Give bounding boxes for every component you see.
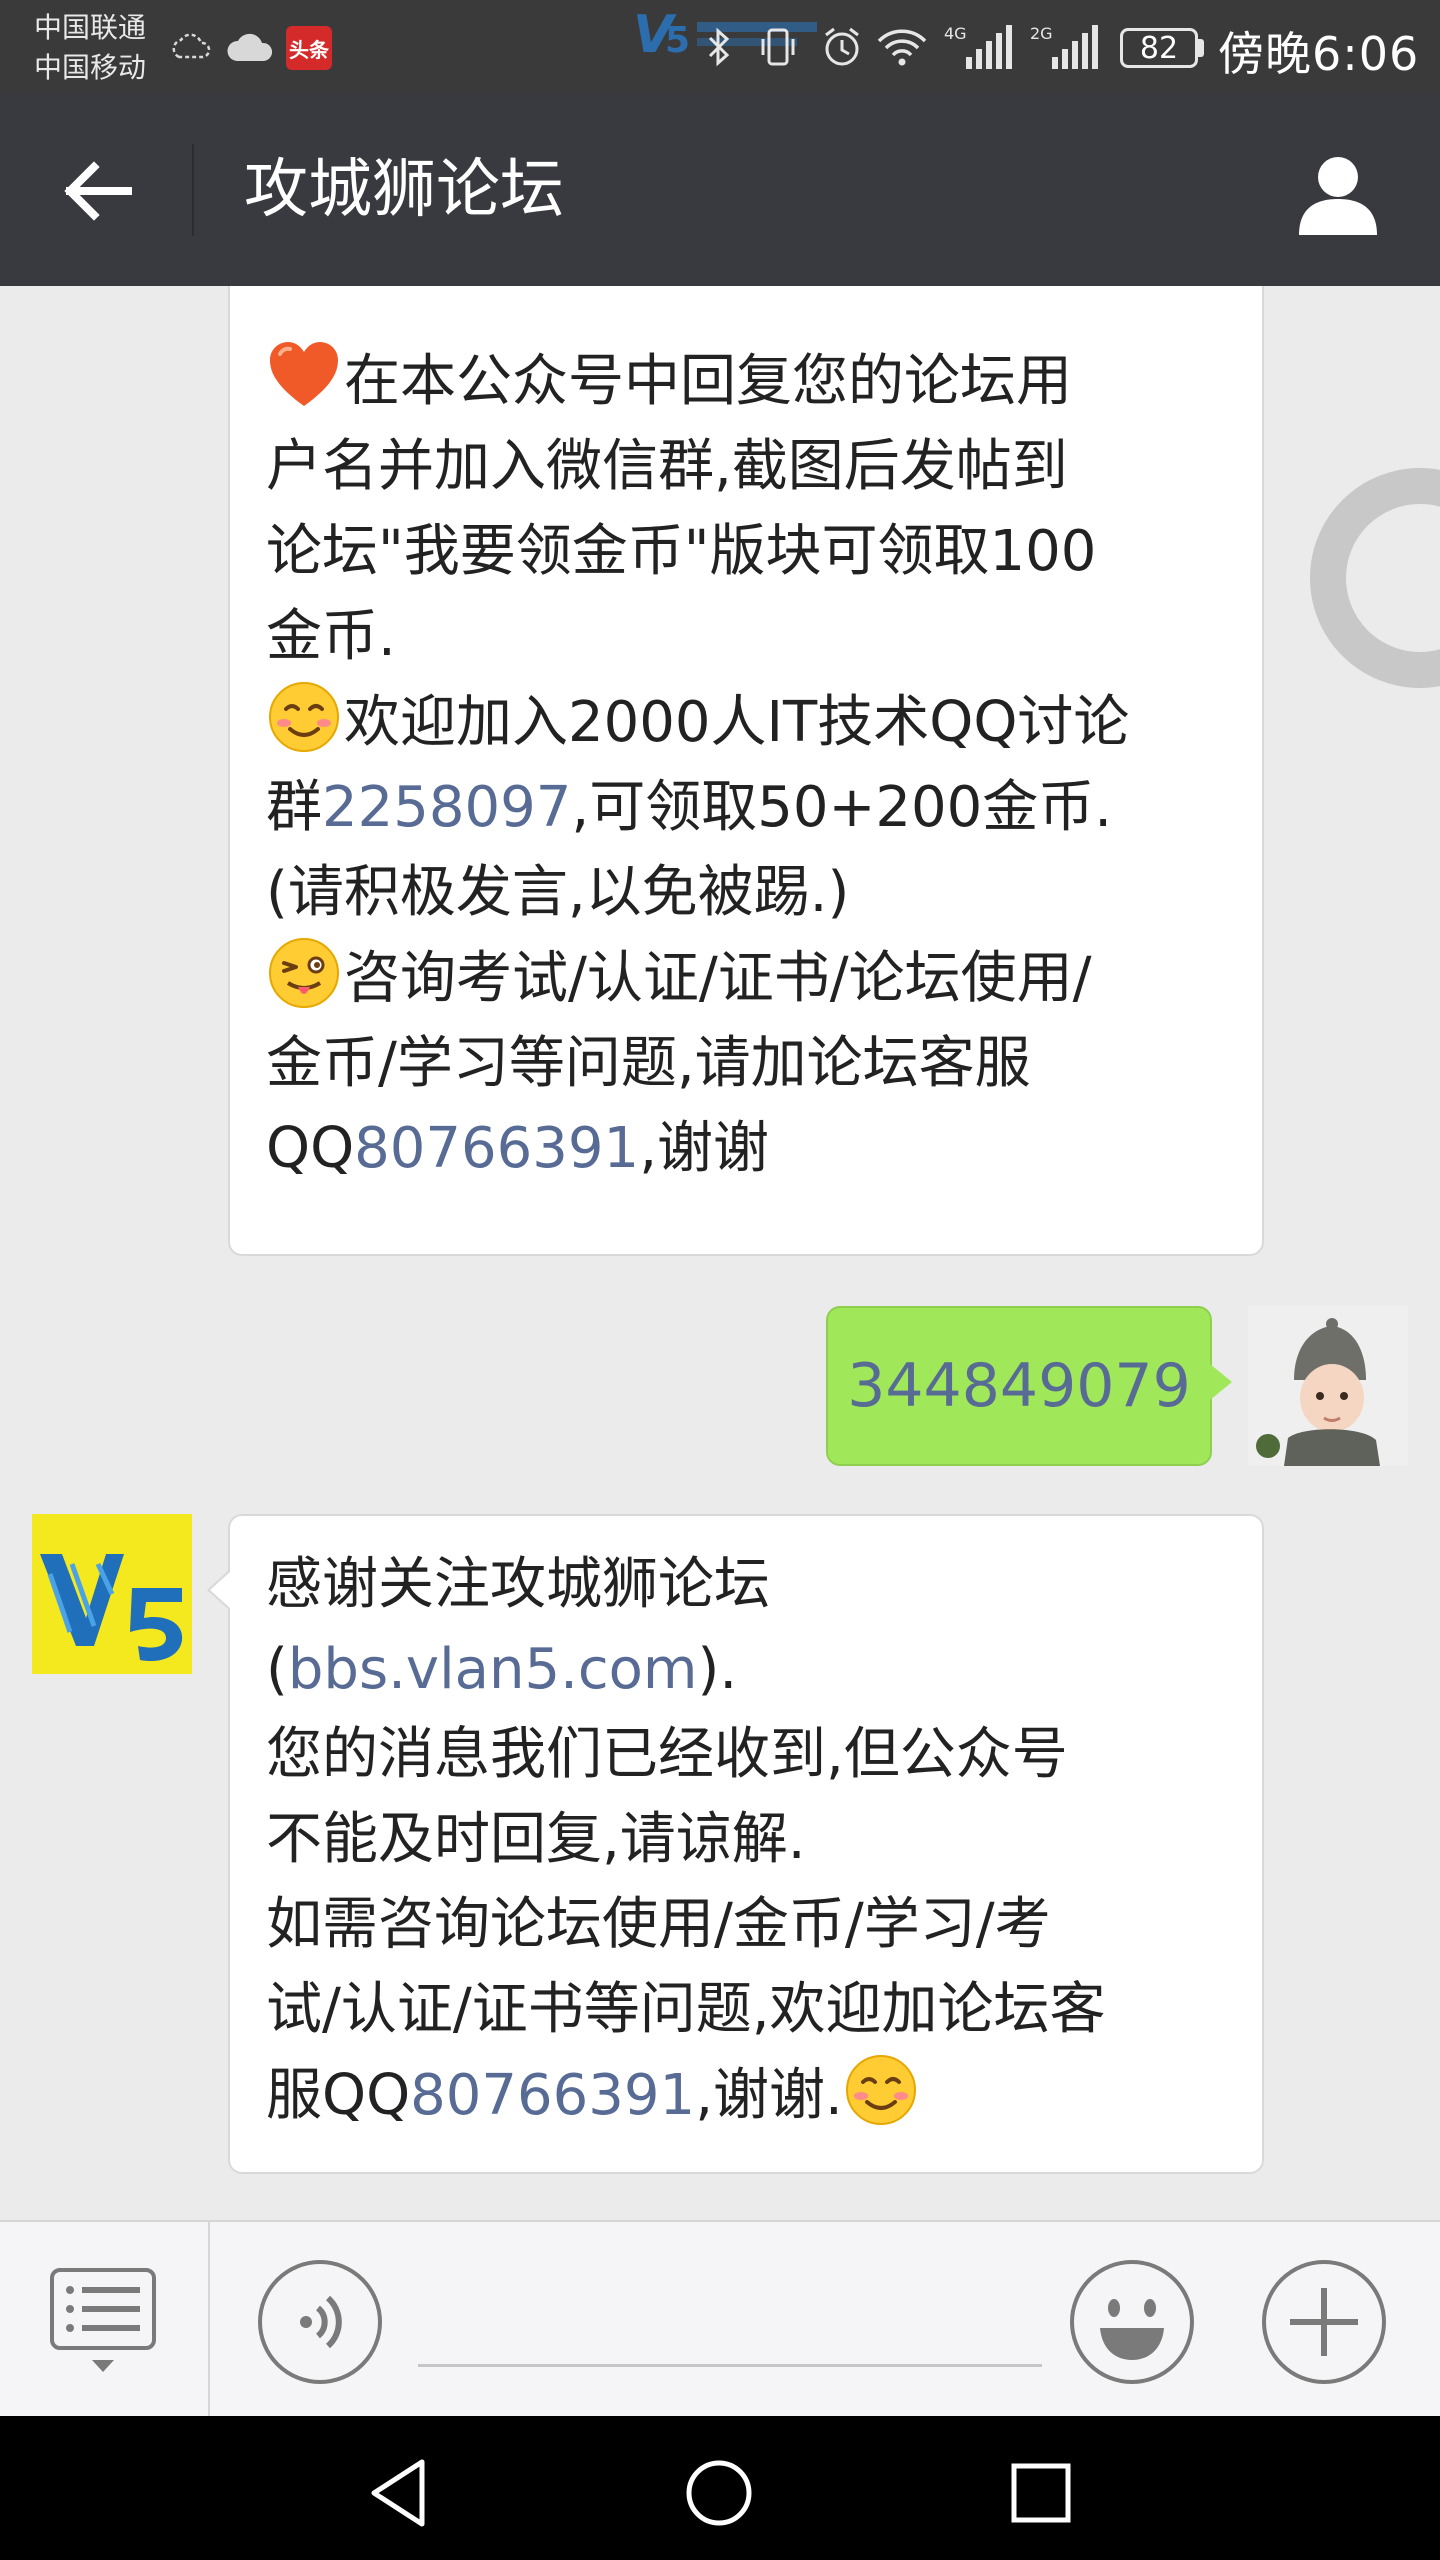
alarm-icon: [818, 22, 866, 72]
message-line: 试/认证/证书等问题,欢迎加论坛客: [266, 1977, 1106, 2042]
menu-toggle-button[interactable]: [48, 2266, 158, 2376]
back-button[interactable]: [56, 148, 142, 234]
plus-icon: [1290, 2288, 1358, 2356]
smile-emoji-icon: [269, 682, 339, 752]
message-line: 感谢关注攻城狮论坛: [266, 1552, 770, 1617]
qq-service-link[interactable]: 80766391: [410, 2063, 695, 2128]
message-line: 户名并加入微信群,截图后发帖到: [266, 434, 1068, 499]
message-text: 服QQ: [266, 2063, 411, 2128]
bluetooth-icon: [696, 22, 742, 72]
message-text: 在本公众号中回复您的论坛用: [344, 349, 1072, 414]
nav-back-icon[interactable]: [356, 2448, 446, 2538]
message-bubble-incoming[interactable]: 在本公众号中回复您的论坛用 户名并加入微信群,截图后发帖到 论坛"我要领金币"版…: [228, 286, 1264, 1256]
voice-icon: [300, 2295, 342, 2349]
title-bar: 攻城狮论坛: [0, 94, 1440, 286]
svg-text:4G: 4G: [944, 24, 967, 43]
vibrate-icon: [756, 22, 800, 72]
svg-text:5: 5: [665, 20, 690, 61]
input-bar: [0, 2220, 1440, 2416]
message-line: (bbs.vlan5.com).: [266, 1627, 1232, 1712]
message-bubble-incoming[interactable]: 感谢关注攻城狮论坛 (bbs.vlan5.com). 您的消息我们已经收到,但公…: [207, 1514, 1264, 2174]
message-text: ,可领取50+200金币.: [571, 775, 1113, 840]
person-icon: [1299, 157, 1377, 235]
carrier-primary: 中国联通: [34, 11, 147, 44]
bubble-tail: [1210, 1364, 1232, 1400]
message-text: ,谢谢: [639, 1116, 769, 1181]
status-bar: 中国联通 中国移动 头条 V 5 4G 2G 82 傍晚6:06: [0, 0, 1440, 94]
smile-emoji-icon: [845, 2055, 916, 2125]
message-line: (请积极发言,以免被踢.): [266, 860, 850, 925]
message-text: 咨询考试/认证/证书/论坛使用/: [344, 946, 1092, 1011]
system-nav-bar: [0, 2416, 1440, 2560]
weather-icon: [164, 22, 214, 72]
message-line: 论坛"我要领金币"版块可领取100: [266, 519, 1097, 584]
svg-text:2G: 2G: [1030, 24, 1053, 43]
page-title: 攻城狮论坛: [244, 153, 564, 227]
message-text: 欢迎加入2000人IT技术QQ讨论: [344, 690, 1130, 755]
message-line: 金币/学习等问题,请加论坛客服: [266, 1031, 1031, 1096]
carrier-secondary: 中国移动: [34, 51, 147, 84]
signal-icon: 2G: [1030, 22, 1100, 72]
arrow-left-icon: [64, 161, 132, 221]
message-bubble-outgoing[interactable]: 344849079: [826, 1306, 1232, 1466]
cloud-icon: [222, 22, 278, 72]
message-line: 咨询考试/认证/证书/论坛使用/: [266, 935, 1232, 1021]
toutiao-icon: 头条: [286, 26, 332, 70]
avatar[interactable]: [1248, 1306, 1408, 1466]
wink-tongue-emoji-icon: [269, 938, 339, 1008]
more-button[interactable]: [1262, 2260, 1386, 2384]
message-line: 欢迎加入2000人IT技术QQ讨论: [266, 679, 1232, 765]
message-text: QQ: [266, 1116, 355, 1181]
chat-area[interactable]: 在本公众号中回复您的论坛用 户名并加入微信群,截图后发帖到 论坛"我要领金币"版…: [0, 286, 1440, 2220]
message-text: ).: [697, 1637, 738, 1702]
bubble-tail: [210, 1572, 230, 1608]
wifi-icon: [872, 22, 932, 72]
sent-number-link[interactable]: 344849079: [847, 1351, 1191, 1421]
avatar[interactable]: [32, 1514, 192, 1674]
message-line: 在本公众号中回复您的论坛用: [266, 338, 1232, 424]
message-line: 服QQ80766391,谢谢.: [266, 2052, 1232, 2138]
battery-icon: 82: [1120, 28, 1198, 68]
message-line: 群2258097,可领取50+200金币.: [266, 765, 1232, 850]
voice-button[interactable]: [258, 2260, 382, 2384]
input-divider: [208, 2222, 210, 2416]
message-text: 群: [266, 775, 322, 840]
nav-recent-icon[interactable]: [996, 2448, 1086, 2538]
message-line: QQ80766391,谢谢: [266, 1106, 1232, 1191]
message-text: ,谢谢.: [695, 2063, 843, 2128]
qq-group-link[interactable]: 2258097: [322, 775, 571, 840]
battery-tip: [1198, 39, 1204, 57]
clock-time: 傍晚6:06: [1218, 27, 1420, 81]
menu-list-icon: [50, 2268, 156, 2372]
qq-service-link[interactable]: 80766391: [354, 1116, 639, 1181]
user-avatar-photo: [1248, 1306, 1408, 1466]
emoji-button[interactable]: [1070, 2260, 1194, 2384]
nav-home-icon[interactable]: [674, 2448, 764, 2538]
message-line: 金币.: [266, 604, 396, 669]
message-text: (: [266, 1637, 288, 1702]
signal-icon: 4G: [944, 22, 1014, 72]
v5-logo-icon: [32, 1514, 192, 1674]
message-line: 不能及时回复,请谅解.: [266, 1807, 806, 1872]
forum-url-link[interactable]: bbs.vlan5.com: [288, 1637, 698, 1702]
message-line: 如需咨询论坛使用/金币/学习/考: [266, 1892, 1051, 1957]
profile-button[interactable]: [1290, 146, 1386, 242]
loading-spinner-icon: [1310, 468, 1440, 688]
message-input[interactable]: [418, 2282, 1042, 2367]
heart-emoji-icon: [270, 342, 338, 406]
title-divider: [192, 144, 194, 236]
message-line: 您的消息我们已经收到,但公众号: [266, 1722, 1068, 1787]
emoji-face-icon: [1100, 2299, 1164, 2360]
